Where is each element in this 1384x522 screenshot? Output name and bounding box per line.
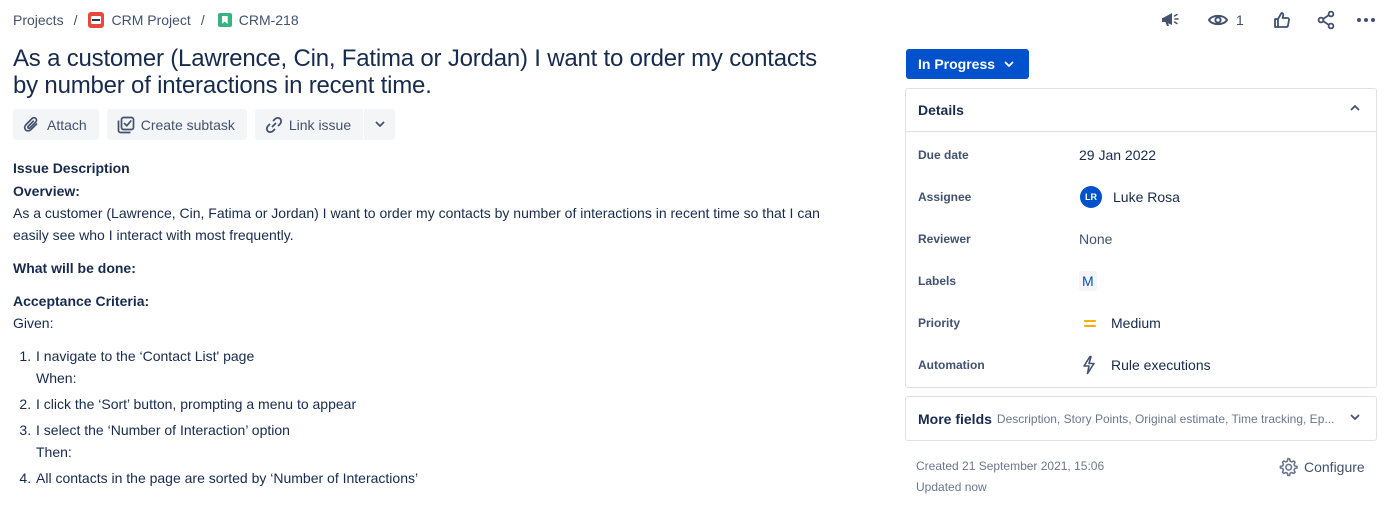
assignee-name: Luke Rosa <box>1113 189 1180 205</box>
chevron-down-icon <box>375 121 385 127</box>
link-issue-label: Link issue <box>288 116 352 133</box>
list-item: All contacts in the page are sorted by ‘… <box>35 467 853 489</box>
like-button[interactable] <box>1270 8 1294 32</box>
subtask-icon <box>117 116 135 133</box>
updated-timestamp: Updated now <box>916 480 987 494</box>
chevron-down-icon <box>1350 414 1360 420</box>
overview-heading: Overview: <box>13 183 80 199</box>
description-section-title: Issue Description <box>13 160 130 176</box>
detail-row-due-date: Due date 29 Jan 2022 <box>918 143 1368 167</box>
gear-icon <box>1279 457 1298 477</box>
overview-text: As a customer (Lawrence, Cin, Fatima or … <box>13 205 820 243</box>
detail-row-automation: Automation Rule executions <box>918 353 1368 377</box>
ellipsis-icon <box>1357 18 1375 22</box>
chevron-up-icon <box>1350 105 1360 111</box>
more-fields-panel[interactable]: More fields Description, Story Points, O… <box>905 396 1377 441</box>
paperclip-icon <box>23 116 38 132</box>
status-dropdown-button[interactable]: In Progress <box>906 49 1029 79</box>
more-fields-list: Description, Story Points, Original esti… <box>996 411 1335 426</box>
breadcrumb-issue-link[interactable]: CRM-218 <box>216 12 299 28</box>
issue-toolbar: Attach Create subtask Link issue <box>13 109 403 140</box>
create-subtask-button[interactable]: Create subtask <box>106 109 247 140</box>
chevron-down-icon <box>1004 61 1014 67</box>
details-title: Details <box>918 102 964 118</box>
configure-label: Configure <box>1304 459 1365 475</box>
issue-description[interactable]: Issue Description Overview: As a custome… <box>13 157 853 489</box>
issue-meta: Created 21 September 2021, 15:06 Updated… <box>916 456 1104 498</box>
step-text: I click the ‘Sort’ button, prompting a m… <box>36 396 357 412</box>
done-heading: What will be done: <box>13 260 136 276</box>
step-after: When: <box>36 370 77 386</box>
project-avatar-icon <box>88 12 105 28</box>
link-icon <box>265 116 282 133</box>
due-date-label: Due date <box>918 148 969 162</box>
share-icon <box>1317 10 1335 30</box>
list-item: I click the ‘Sort’ button, prompting a m… <box>35 393 853 415</box>
status-label: In Progress <box>918 56 996 72</box>
priority-medium-icon <box>1084 318 1098 328</box>
priority-text: Medium <box>1111 315 1161 331</box>
priority-label: Priority <box>918 316 961 330</box>
priority-value[interactable]: Medium <box>1079 315 1161 331</box>
configure-button[interactable]: Configure <box>1278 456 1365 478</box>
more-actions-button[interactable] <box>1354 8 1378 32</box>
labels-value[interactable]: M <box>1079 271 1097 291</box>
step-after: Then: <box>36 444 72 460</box>
reviewer-value[interactable]: None <box>1079 231 1112 247</box>
breadcrumb-project-label: CRM Project <box>111 12 191 28</box>
step-text: I navigate to the ‘Contact List' page <box>36 348 255 364</box>
lightning-icon <box>1083 355 1095 375</box>
list-item: I navigate to the ‘Contact List' page Wh… <box>35 345 853 389</box>
labels-label: Labels <box>918 274 957 288</box>
watch-button[interactable]: 1 <box>1208 8 1244 32</box>
issue-title[interactable]: As a customer (Lawrence, Cin, Fatima or … <box>13 45 833 99</box>
assignee-label: Assignee <box>918 190 972 204</box>
create-subtask-label: Create subtask <box>140 116 235 133</box>
breadcrumb-project-link[interactable]: CRM Project <box>88 12 191 28</box>
detail-row-labels: Labels M <box>918 269 1368 293</box>
attach-label: Attach <box>47 116 87 133</box>
toolbar-more-dropdown[interactable] <box>364 109 396 140</box>
watch-count: 1 <box>1236 12 1244 28</box>
acceptance-steps: I navigate to the ‘Contact List' page Wh… <box>13 345 853 489</box>
avatar: LR <box>1080 186 1102 208</box>
eye-icon <box>1208 14 1228 26</box>
attach-button[interactable]: Attach <box>13 109 99 140</box>
breadcrumb-issue-key: CRM-218 <box>238 12 299 28</box>
step-text: All contacts in the page are sorted by ‘… <box>36 470 419 486</box>
detail-row-assignee: Assignee LR Luke Rosa <box>918 185 1368 209</box>
breadcrumb: Projects / CRM Project / CRM-218 <box>13 10 299 30</box>
detail-row-priority: Priority Medium <box>918 311 1368 335</box>
reviewer-label: Reviewer <box>918 232 971 246</box>
label-chip[interactable]: M <box>1079 271 1097 291</box>
megaphone-icon <box>1162 13 1179 26</box>
link-issue-button[interactable]: Link issue <box>254 109 364 140</box>
breadcrumb-separator: / <box>200 12 205 28</box>
feedback-button[interactable] <box>1158 8 1182 32</box>
details-header[interactable]: Details <box>906 89 1376 132</box>
automation-label: Automation <box>918 358 985 372</box>
story-icon <box>217 13 232 27</box>
thumbs-up-icon <box>1274 12 1290 28</box>
details-panel: Details Due date 29 Jan 2022 Assignee LR… <box>905 88 1377 388</box>
breadcrumb-separator: / <box>73 12 78 28</box>
step-text: I select the ‘Number of Interaction’ opt… <box>36 422 290 438</box>
given-label: Given: <box>13 315 54 331</box>
share-button[interactable] <box>1314 8 1338 32</box>
automation-value[interactable]: Rule executions <box>1079 355 1211 375</box>
breadcrumb-projects-link[interactable]: Projects <box>13 12 64 28</box>
detail-row-reviewer: Reviewer None <box>918 227 1368 251</box>
list-item: I select the ‘Number of Interaction’ opt… <box>35 419 853 463</box>
criteria-heading: Acceptance Criteria: <box>13 293 150 309</box>
assignee-value[interactable]: LR Luke Rosa <box>1079 186 1180 208</box>
created-timestamp: Created 21 September 2021, 15:06 <box>916 459 1105 473</box>
more-fields-title: More fields <box>918 410 992 427</box>
due-date-value[interactable]: 29 Jan 2022 <box>1079 147 1156 163</box>
automation-text: Rule executions <box>1111 357 1211 373</box>
